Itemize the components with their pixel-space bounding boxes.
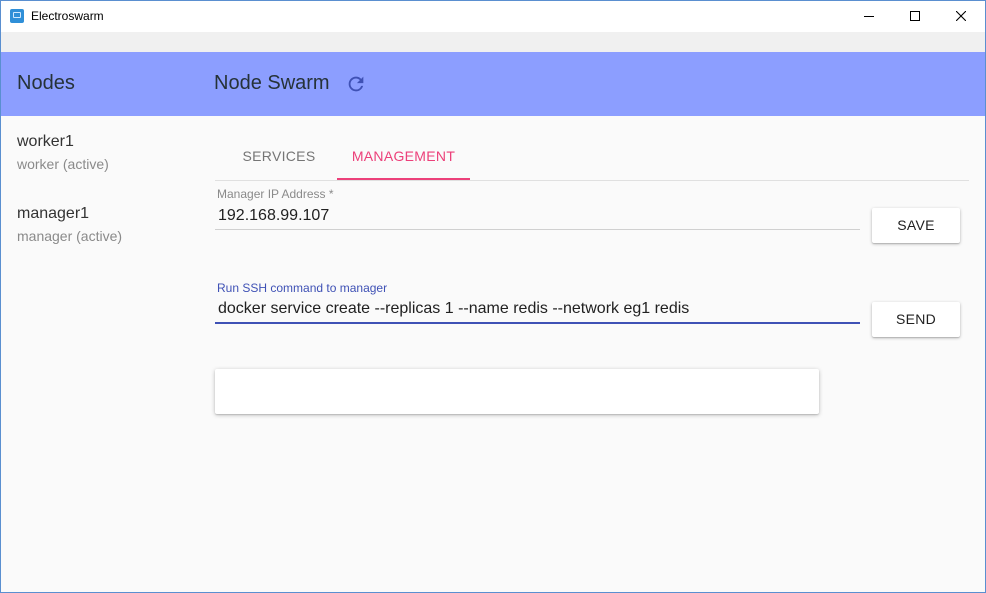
- nodes-sidebar: worker1 worker (active) manager1 manager…: [1, 116, 201, 592]
- app-logo-icon: [10, 9, 24, 23]
- window-title: Electroswarm: [31, 9, 104, 23]
- close-icon: [956, 11, 966, 21]
- maximize-icon: [910, 11, 920, 21]
- sidebar-item-worker1[interactable]: worker1 worker (active): [17, 133, 187, 183]
- app-bar: Nodes Node Swarm: [1, 52, 985, 116]
- page-title: Node Swarm: [214, 72, 330, 94]
- manager-ip-label: Manager IP Address *: [217, 187, 334, 201]
- title-bar: Electroswarm: [1, 1, 985, 32]
- refresh-icon[interactable]: [345, 73, 367, 95]
- menu-strip: [1, 32, 985, 52]
- active-tab-indicator: [337, 178, 470, 180]
- tab-management[interactable]: MANAGEMENT: [337, 134, 470, 179]
- sidebar-item-manager1[interactable]: manager1 manager (active): [17, 205, 187, 255]
- save-button[interactable]: SAVE: [872, 208, 960, 243]
- ssh-command-label: Run SSH command to manager: [217, 281, 388, 295]
- sidebar-heading: Nodes: [17, 72, 75, 94]
- manager-ip-input[interactable]: [215, 202, 860, 230]
- close-button[interactable]: [938, 1, 984, 32]
- tab-services[interactable]: SERVICES: [227, 134, 331, 179]
- minimize-icon: [864, 16, 874, 17]
- node-role: manager (active): [17, 228, 123, 244]
- node-role: worker (active): [17, 156, 109, 172]
- ssh-command-input[interactable]: [215, 296, 860, 324]
- minimize-button[interactable]: [846, 1, 892, 32]
- tab-bar: SERVICES MANAGEMENT: [215, 134, 969, 181]
- command-output-card: [215, 369, 819, 414]
- node-name: manager1: [17, 205, 90, 222]
- app-window: Electroswarm Nodes Node Swarm worker1 wo…: [0, 0, 986, 593]
- send-button[interactable]: SEND: [872, 302, 960, 337]
- node-name: worker1: [17, 133, 74, 150]
- maximize-button[interactable]: [892, 1, 938, 32]
